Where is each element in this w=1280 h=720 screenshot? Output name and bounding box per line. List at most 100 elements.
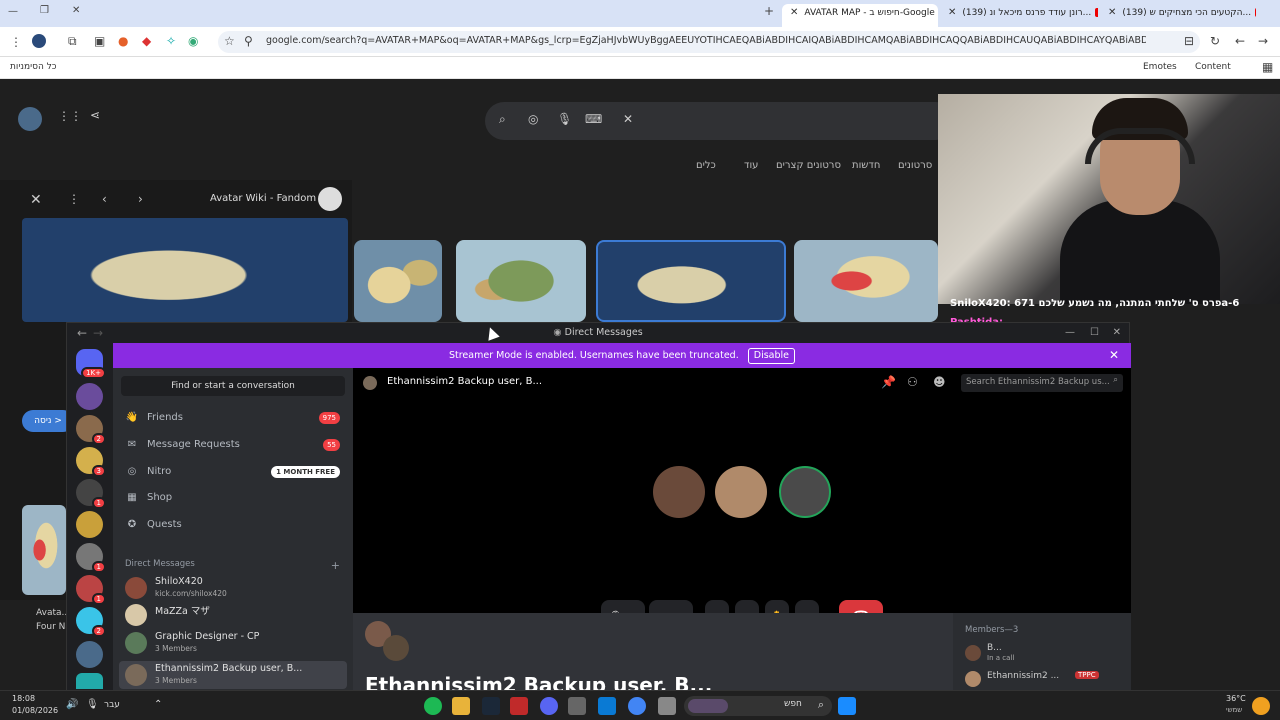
volume-icon[interactable]: 🔊: [66, 699, 78, 710]
apps-icon[interactable]: ⋮⋮: [58, 109, 82, 123]
tab-video-2[interactable]: ✕ (139) רונן עודד פרנס מיכאל ונ...: [940, 4, 1098, 23]
close-window-icon[interactable]: ✕: [72, 5, 80, 16]
tab-video-1[interactable]: ✕ (139) הקטעים הכי מצחיקים ש...: [1100, 4, 1256, 23]
nav-shorts[interactable]: סרטונים קצרים: [776, 160, 841, 171]
mic-icon[interactable]: 🎙: [86, 699, 99, 710]
dm-item[interactable]: Graphic Designer - CP 3 Members: [119, 629, 347, 657]
language-indicator[interactable]: עבר: [104, 700, 120, 710]
url-text[interactable]: google.com/search?q=AVATAR+MAP&oq=AVATAR…: [266, 35, 1146, 46]
clear-icon[interactable]: ✕: [623, 112, 633, 126]
server-icon[interactable]: 1: [76, 575, 106, 605]
new-tab-icon[interactable]: +: [764, 4, 774, 18]
ext-3-icon[interactable]: ✧: [166, 34, 176, 48]
share-icon[interactable]: ⋖: [90, 108, 100, 122]
apps-grid-icon[interactable]: ▦: [1262, 60, 1273, 74]
chrome-icon[interactable]: [628, 697, 646, 715]
panel-source[interactable]: Avatar Wiki - Fandom: [210, 193, 316, 204]
restore-icon[interactable]: ❐: [40, 5, 49, 16]
maximize-icon[interactable]: ☐: [1090, 323, 1099, 343]
close-icon[interactable]: ✕: [30, 192, 42, 208]
close-icon[interactable]: ✕: [790, 7, 798, 18]
dm-item[interactable]: MaZZa マザ: [119, 601, 347, 629]
preview-image[interactable]: [22, 218, 348, 322]
nav-friends[interactable]: 👋 Friends 975: [125, 408, 340, 428]
menu-icon[interactable]: ⋮: [10, 35, 22, 49]
call-participant-avatar[interactable]: [653, 466, 705, 518]
server-icon[interactable]: 2: [76, 415, 106, 445]
forward-icon[interactable]: →: [93, 323, 103, 343]
dm-item-selected[interactable]: Ethannissim2 Backup user, B... 3 Members: [119, 661, 347, 689]
next-icon[interactable]: ›: [138, 192, 143, 206]
server-icon[interactable]: 1: [76, 479, 106, 509]
app-icon[interactable]: [568, 697, 586, 715]
add-dm-icon[interactable]: +: [331, 559, 340, 572]
account-avatar[interactable]: [18, 107, 42, 131]
tab-search-icon[interactable]: ▣: [94, 34, 105, 48]
obs-icon[interactable]: [510, 697, 528, 715]
nav-shop[interactable]: ▦ Shop: [125, 488, 340, 508]
bookmark-emotes[interactable]: Emotes: [1143, 62, 1177, 72]
nav-news[interactable]: חדשות: [852, 160, 880, 171]
nav-nitro[interactable]: ◎ Nitro 1 MONTH FREE: [125, 462, 340, 482]
weather-icon[interactable]: [1252, 697, 1270, 715]
search-icon[interactable]: ⌕: [499, 112, 506, 127]
image-result-1[interactable]: [354, 240, 442, 322]
ext-2-icon[interactable]: ◆: [142, 34, 151, 48]
call-participant-avatar[interactable]: [715, 466, 767, 518]
server-icon[interactable]: [76, 641, 103, 668]
taskbar-search[interactable]: חפש ⌕: [684, 696, 832, 716]
server-icon[interactable]: 2: [76, 607, 106, 637]
tab-avatar-map[interactable]: ✕ AVATAR MAP - חיפוש ב-Google: [782, 4, 938, 27]
more-icon[interactable]: ⋮: [68, 192, 80, 206]
clock-time[interactable]: 18:08: [12, 694, 35, 703]
dm-item[interactable]: ShiloX420 kick.com/shilox420: [119, 574, 347, 602]
windows-start-icon[interactable]: [838, 697, 856, 715]
keyboard-icon[interactable]: ⌨: [585, 112, 602, 126]
lens-icon[interactable]: ◎: [528, 112, 538, 126]
image-result-3[interactable]: [596, 240, 786, 322]
pin-icon[interactable]: 📌: [881, 375, 896, 389]
bookmark-content[interactable]: Content: [1195, 62, 1231, 72]
disable-button[interactable]: Disable: [747, 348, 796, 364]
reload-icon[interactable]: ↻: [1210, 34, 1220, 48]
all-bookmarks[interactable]: כל הסימניות: [10, 62, 57, 72]
server-icon[interactable]: [76, 511, 103, 538]
server-icon[interactable]: 1: [76, 543, 106, 573]
nav-tools[interactable]: כלים: [696, 160, 716, 171]
member-item[interactable]: B... In a call: [965, 643, 1125, 665]
weather-label[interactable]: שמשי: [1226, 706, 1242, 714]
ext-1-icon[interactable]: ●: [118, 34, 128, 48]
nav-videos[interactable]: סרטונים: [898, 160, 932, 171]
server-icon[interactable]: [76, 383, 103, 410]
minimize-icon[interactable]: —: [8, 6, 18, 17]
channel-search[interactable]: Search Ethannissim2 Backup us... ⌕: [961, 374, 1123, 392]
discord-icon[interactable]: [540, 697, 558, 715]
nav-message-requests[interactable]: ✉ Message Requests 55: [125, 435, 340, 455]
ext-4-icon[interactable]: ◉: [188, 34, 198, 48]
home-button[interactable]: 1K+: [76, 349, 106, 379]
close-icon[interactable]: ✕: [1108, 7, 1116, 18]
search-box[interactable]: ⌕ ◎ 🎙 ⌨ ✕: [485, 102, 955, 140]
clock-date[interactable]: 01/08/2026: [12, 706, 58, 715]
close-icon[interactable]: ✕: [1113, 323, 1121, 343]
minimize-icon[interactable]: —: [1065, 323, 1075, 343]
nav-quests[interactable]: ✪ Quests: [125, 515, 340, 535]
app-icon[interactable]: [658, 697, 676, 715]
find-conversation-input[interactable]: Find or start a conversation: [121, 376, 345, 396]
back-icon[interactable]: ←: [77, 323, 87, 343]
tray-chevron-icon[interactable]: ⌃: [154, 699, 162, 710]
app-grid-icon[interactable]: [598, 697, 616, 715]
site-info-icon[interactable]: ⚲: [244, 34, 253, 48]
extensions-icon[interactable]: ⧉: [68, 34, 77, 49]
omnibox[interactable]: ☆ ⚲ google.com/search?q=AVATAR+MAP&oq=AV…: [218, 31, 1200, 53]
image-result-2[interactable]: [456, 240, 586, 322]
spotify-icon[interactable]: [424, 697, 442, 715]
close-icon[interactable]: ✕: [948, 7, 956, 18]
server-icon[interactable]: [76, 673, 103, 689]
member-item[interactable]: Ethannissim2 ... TPPC: [965, 669, 1125, 687]
mic-icon[interactable]: 🎙: [557, 112, 572, 126]
close-icon[interactable]: ✕: [1109, 343, 1119, 368]
members-icon[interactable]: ☻: [933, 375, 946, 389]
back-icon[interactable]: ←: [1235, 34, 1245, 48]
steam-icon[interactable]: [482, 697, 500, 715]
